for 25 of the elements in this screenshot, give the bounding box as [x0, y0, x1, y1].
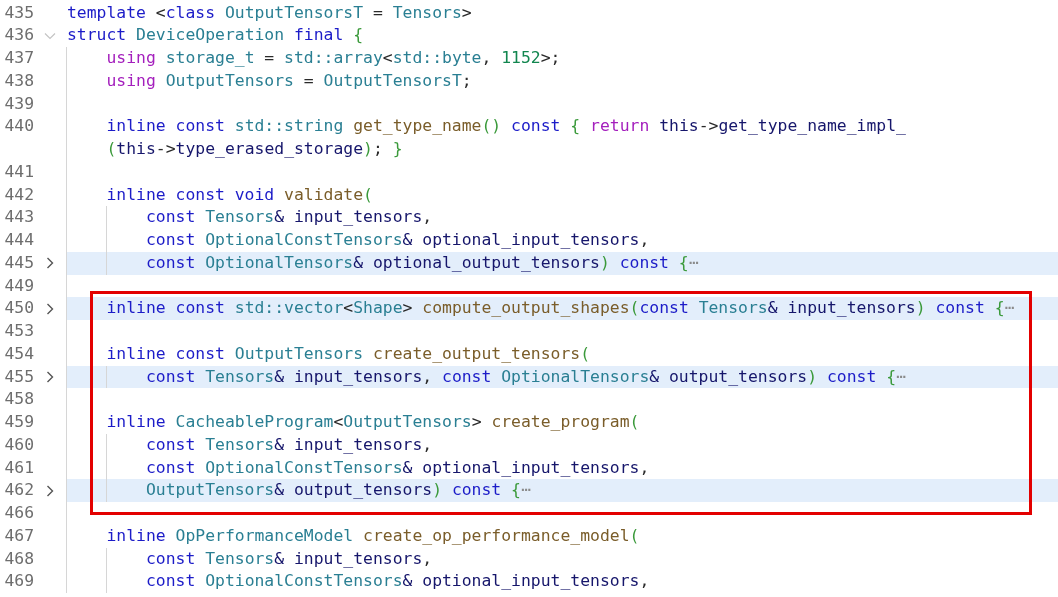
line-number: 435: [3, 1, 34, 24]
line-number: 466: [3, 502, 34, 524]
line-number: 459: [3, 411, 34, 433]
line-number: 442: [3, 183, 34, 206]
line-number: 460: [3, 433, 34, 456]
line-number: 437: [3, 47, 34, 69]
line-number: 453: [3, 320, 34, 342]
line-number: 454: [3, 342, 34, 365]
line-number: 441: [3, 160, 34, 183]
line-number: 440: [3, 115, 34, 138]
line-number: 436: [3, 24, 34, 47]
line-number: 443: [3, 206, 34, 229]
line-number: 445: [3, 251, 34, 274]
line-number: 450: [3, 297, 34, 320]
line-number: 438: [3, 69, 34, 92]
line-number: 455: [3, 365, 34, 388]
line-number: 468: [3, 547, 34, 570]
line-number: 439: [3, 92, 34, 115]
line-number: 461: [3, 456, 34, 479]
line-number: 449: [3, 274, 34, 297]
line-number: 462: [3, 479, 34, 502]
line-number: 467: [3, 524, 34, 547]
line-number: 444: [3, 229, 34, 251]
line-number: 469: [3, 570, 34, 593]
line-number: 458: [3, 388, 34, 411]
